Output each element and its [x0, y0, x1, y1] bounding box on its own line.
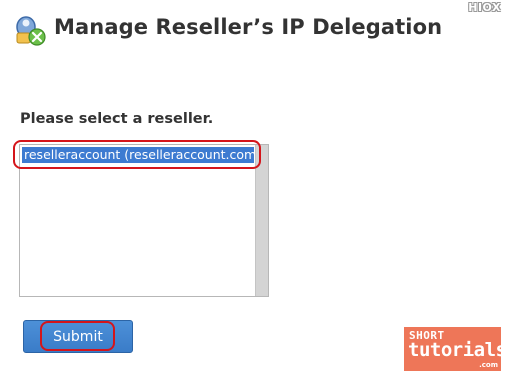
hiox-watermark: HIOX: [468, 1, 501, 14]
submit-button[interactable]: Submit: [23, 320, 133, 353]
ip-delegation-icon: [12, 11, 48, 47]
listbox-scrollbar[interactable]: [255, 145, 268, 296]
reseller-listbox[interactable]: reselleraccount (reselleraccount.com): [19, 144, 269, 297]
page-title: Manage Reseller’s IP Delegation: [54, 15, 443, 39]
logo-line-tutorials: tutorials: [408, 339, 507, 361]
shorttutorials-logo: SHORT tutorials .com: [404, 327, 507, 371]
reseller-prompt-label: Please select a reseller.: [20, 111, 214, 127]
reseller-option-selected[interactable]: reselleraccount (reselleraccount.com): [22, 147, 254, 163]
logo-line-com: .com: [479, 361, 498, 369]
